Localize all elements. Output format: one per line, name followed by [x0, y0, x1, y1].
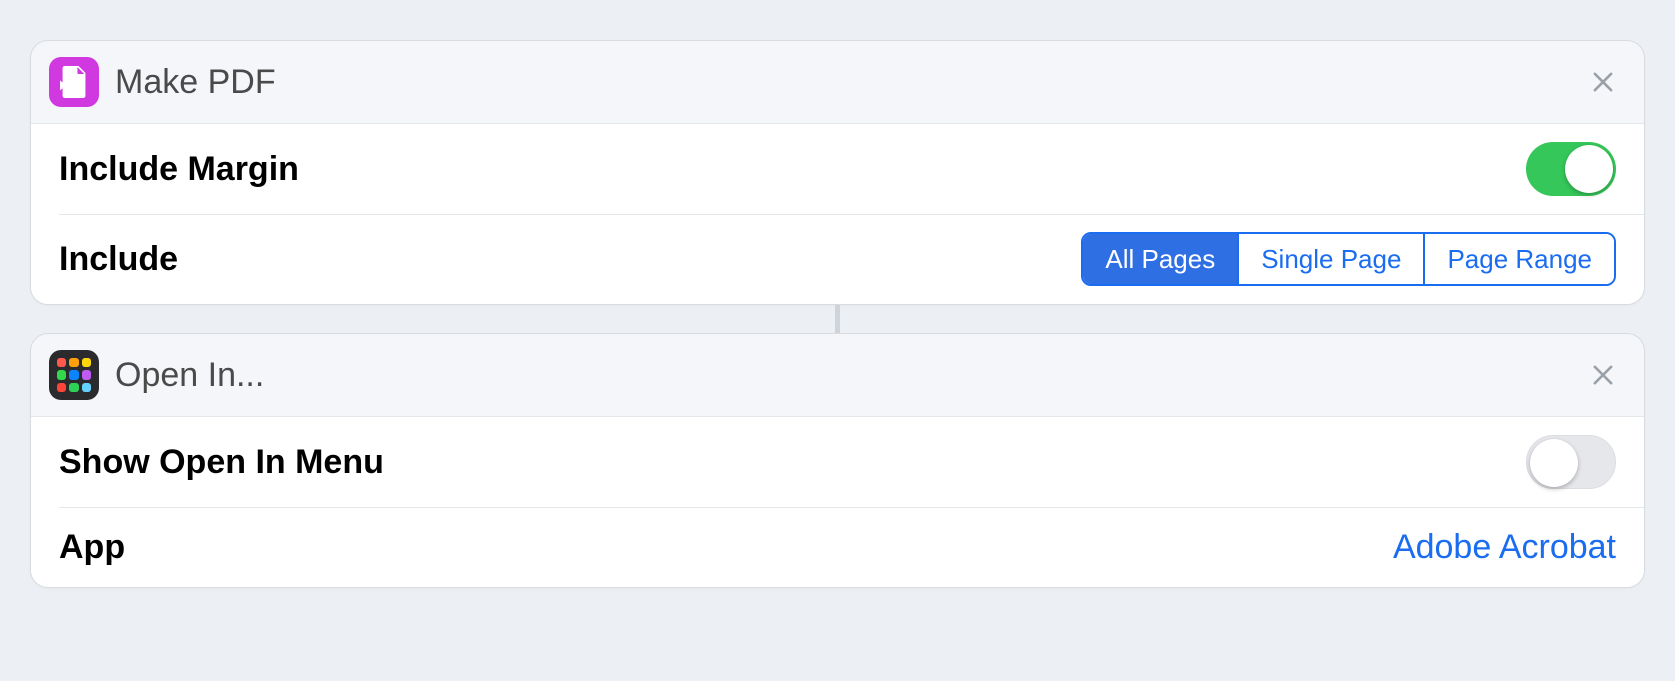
- open-in-action-card: Open In... Show Open In Menu App Adobe A…: [30, 333, 1645, 588]
- include-margin-toggle[interactable]: [1526, 142, 1616, 196]
- show-open-in-menu-label: Show Open In Menu: [59, 443, 384, 482]
- segment-single-page[interactable]: Single Page: [1237, 234, 1423, 284]
- include-label: Include: [59, 240, 178, 279]
- app-value: Adobe Acrobat: [1393, 528, 1616, 567]
- pdf-document-icon: [49, 57, 99, 107]
- include-segmented-control: All Pages Single Page Page Range: [1081, 232, 1616, 286]
- include-margin-row: Include Margin: [31, 124, 1644, 214]
- make-pdf-body: Include Margin Include All Pages Single …: [31, 123, 1644, 304]
- include-margin-label: Include Margin: [59, 150, 299, 189]
- toggle-knob: [1565, 145, 1613, 193]
- show-open-in-menu-toggle[interactable]: [1526, 435, 1616, 489]
- segment-all-pages[interactable]: All Pages: [1083, 234, 1237, 284]
- segment-page-range[interactable]: Page Range: [1423, 234, 1614, 284]
- app-label: App: [59, 528, 125, 567]
- open-in-header: Open In...: [31, 334, 1644, 416]
- close-icon[interactable]: [1586, 358, 1620, 392]
- open-in-body: Show Open In Menu App Adobe Acrobat: [31, 416, 1644, 587]
- open-in-title: Open In...: [115, 356, 1570, 395]
- make-pdf-title: Make PDF: [115, 63, 1570, 102]
- app-row[interactable]: App Adobe Acrobat: [31, 507, 1644, 587]
- make-pdf-header: Make PDF: [31, 41, 1644, 123]
- toggle-knob: [1530, 439, 1578, 487]
- show-open-in-menu-row: Show Open In Menu: [31, 417, 1644, 507]
- close-icon[interactable]: [1586, 65, 1620, 99]
- app-grid-icon: [49, 350, 99, 400]
- include-row: Include All Pages Single Page Page Range: [31, 214, 1644, 304]
- action-connector: [30, 305, 1645, 333]
- make-pdf-action-card: Make PDF Include Margin Include All Page…: [30, 40, 1645, 305]
